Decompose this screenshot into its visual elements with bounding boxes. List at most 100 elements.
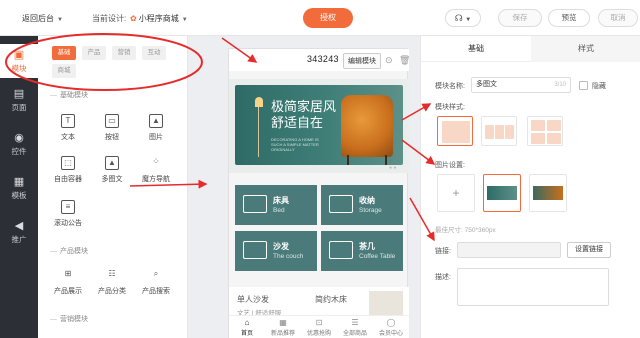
style-preview [547, 120, 561, 131]
category-storage[interactable]: 收纳 Storage [321, 185, 403, 225]
style-option-single[interactable] [437, 116, 473, 146]
settings-tabs: 基础 样式 [421, 36, 640, 62]
hide-checkbox[interactable] [579, 81, 588, 90]
module-name-value: 多图文 [476, 81, 497, 88]
tab-marketing[interactable]: 营销 [112, 46, 136, 60]
banner-module[interactable]: 极简家居风 舒适自在 DECORATING A HOME IS SUCH A S… [229, 79, 409, 173]
component-multi-image-text[interactable]: ▲ 多图文 [92, 156, 132, 184]
category-bed[interactable]: 床具 Bed [235, 185, 317, 225]
card-title[interactable]: 简约木床 [315, 294, 347, 305]
page-icon: ▤ [13, 88, 25, 100]
component-product-search[interactable]: ⌕ 产品搜索 [136, 268, 176, 296]
product-display-icon: ⊞ [64, 269, 72, 278]
tab-new-products[interactable]: ▦ 新品推荐 [265, 318, 301, 337]
lamp-graphic [255, 97, 263, 107]
component-product-category[interactable]: ☷ 产品分类 [92, 268, 132, 296]
edit-module-button[interactable]: 编辑模块 [343, 53, 381, 69]
thumbnail-image [487, 186, 517, 200]
tab-member[interactable]: ◯ 会员中心 [373, 318, 409, 337]
set-link-button[interactable]: 设置链接 [567, 242, 611, 258]
component-image[interactable]: ▲ 图片 [136, 114, 176, 142]
user-icon: ◯ [386, 318, 396, 327]
module-name-label: 模块名称: [435, 83, 465, 90]
chair-leg [385, 155, 387, 165]
tab-basic[interactable]: 基础 [52, 46, 76, 60]
rail-item-module[interactable]: ▣ 模块 [0, 44, 38, 78]
plus-icon: + [452, 186, 460, 200]
home-icon: ⌂ [244, 318, 250, 327]
description-textarea[interactable] [457, 268, 609, 306]
grid-icon: ▦ [279, 318, 287, 327]
category-coffee-table[interactable]: 茶几 Coffee Table [321, 231, 403, 271]
text-icon: T [61, 114, 75, 128]
style-option-grid[interactable] [481, 116, 517, 146]
rail-item-control[interactable]: ◉ 控件 [0, 132, 38, 157]
authorize-button[interactable]: 授权 [303, 8, 353, 28]
tab-deals[interactable]: ⊡ 优惠抢购 [301, 318, 337, 337]
banner-title: 极简家居风 舒适自在 [271, 99, 336, 131]
category-name: 沙发 [273, 242, 289, 251]
banner-image: 极简家居风 舒适自在 DECORATING A HOME IS SUCH A S… [235, 85, 403, 165]
component-product-display[interactable]: ⊞ 产品展示 [48, 268, 88, 296]
cube-nav-icon: ⁘ [152, 156, 160, 166]
style-preview [547, 133, 561, 144]
list-icon: ☰ [351, 318, 359, 327]
tab-product[interactable]: 产品 [82, 46, 106, 60]
char-count: 3/10 [554, 82, 566, 88]
top-bar: 返回后台 ▼ 当前设计: ✿ 小程序商城 ▼ 授权 ☊ ▼ 保存 预览 取消 [0, 0, 640, 36]
category-sofa[interactable]: 沙发 The couch [235, 231, 317, 271]
style-preview [442, 121, 470, 143]
headset-icon: ☊ [454, 13, 463, 23]
style-preview [531, 120, 545, 131]
product-image [369, 291, 403, 317]
rail-item-promotion[interactable]: ◀ 推广 [0, 220, 38, 245]
tab-all-products[interactable]: ☰ 全部商品 [337, 318, 373, 337]
back-to-admin-button[interactable]: 返回后台 ▼ [22, 13, 63, 24]
module-name-input[interactable]: 多图文 3/10 [471, 77, 571, 93]
tab-interaction[interactable]: 互动 [142, 46, 166, 60]
section-title-product: — 产品模块 [50, 248, 88, 255]
style-option-quad[interactable] [527, 116, 563, 146]
image-thumbnail-2[interactable] [529, 174, 567, 212]
toggle-icon: ◉ [14, 132, 24, 144]
link-label: 链接: [435, 248, 451, 255]
tab-home[interactable]: ⌂ 首页 [229, 318, 265, 337]
add-image-button[interactable]: + [437, 174, 475, 212]
rail-item-template[interactable]: ▦ 模板 [0, 176, 38, 201]
tab-style-settings[interactable]: 样式 [531, 36, 640, 62]
tab-basic-settings[interactable]: 基础 [421, 36, 531, 62]
template-icon: ▦ [13, 176, 25, 188]
tab-mall[interactable]: 商城 [52, 64, 76, 78]
image-thumbnail-1[interactable] [483, 174, 521, 212]
category-name-en: Storage [359, 207, 382, 214]
component-text[interactable]: T 文本 [48, 114, 88, 142]
delete-icon[interactable]: 🗑 [399, 55, 410, 66]
link-input[interactable] [457, 242, 561, 258]
rail-item-page[interactable]: ▤ 页面 [0, 88, 38, 113]
chevron-down-icon: ▼ [465, 17, 472, 23]
save-button[interactable]: 保存 [498, 9, 542, 27]
card-title[interactable]: 单人沙发 [237, 294, 269, 305]
image-icon: ▲ [149, 114, 163, 128]
settings-icon[interactable]: ⊙ [385, 55, 393, 66]
component-button[interactable]: ▭ 按钮 [92, 114, 132, 142]
style-preview [495, 125, 504, 139]
component-free-container[interactable]: ⬚ 自由容器 [48, 156, 88, 184]
design-canvas: 343243 编辑模块 ⊙ 🗑 极简家居风 舒适自在 DECORATING A … [188, 36, 420, 338]
description-label: 描述: [435, 274, 451, 281]
banner-subtitle: DECORATING A HOME IS SUCH A SIMPLE MATTE… [271, 137, 319, 152]
help-button[interactable]: ☊ ▼ [445, 9, 481, 27]
app-selector[interactable]: ✿ 小程序商城 ▼ [130, 13, 188, 24]
component-cube-nav[interactable]: ⁘ 魔方导航 [136, 156, 176, 184]
component-scroll-notice[interactable]: ≡ 滚动公告 [48, 200, 88, 228]
category-name: 茶几 [359, 242, 375, 251]
bottom-tab-bar: ⌂ 首页 ▦ 新品推荐 ⊡ 优惠抢购 ☰ 全部商品 ◯ 会员中心 [229, 315, 409, 338]
carousel-dots[interactable]: ● ● [389, 165, 396, 171]
bed-icon [243, 195, 267, 213]
preview-button[interactable]: 预览 [548, 9, 590, 27]
settings-panel: 基础 样式 模块名称: 多图文 3/10 隐藏 模块样式: 图片设置: + 最佳… [420, 36, 640, 338]
cancel-button[interactable]: 取消 [598, 9, 638, 27]
component-panel: 基础 产品 营销 互动 商城 — 基础模块 T 文本 ▭ 按钮 ▲ 图片 ⬚ 自由容器 ▲… [38, 36, 188, 338]
sofa-icon [243, 241, 267, 259]
product-category-icon: ☷ [108, 269, 116, 278]
